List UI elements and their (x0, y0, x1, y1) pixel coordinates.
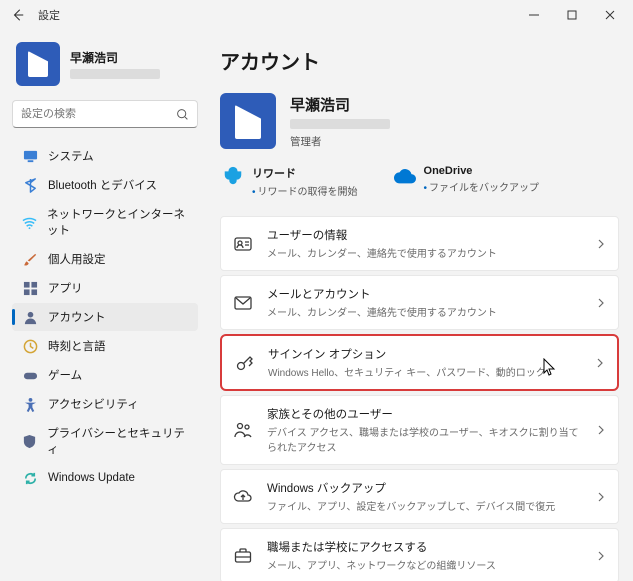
sidebar-item-label: ネットワークとインターネット (47, 206, 188, 238)
card-sub: メール、カレンダー、連絡先で使用するアカウント (267, 245, 582, 260)
briefcase-icon (233, 546, 253, 566)
chevron-right-icon (596, 298, 606, 308)
chevron-right-icon (596, 239, 606, 249)
settings-cards: ユーザーの情報 メール、カレンダー、連絡先で使用するアカウント メールとアカウン… (220, 216, 619, 581)
card-work-school[interactable]: 職場または学校にアクセスする メール、アプリ、ネットワークなどの組織リソース (220, 528, 619, 581)
sidebar-item-wifi[interactable]: ネットワークとインターネット (12, 200, 198, 244)
sidebar-item-apps[interactable]: アプリ (12, 274, 198, 302)
card-title: メールとアカウント (267, 286, 582, 302)
onedrive-label: OneDrive (424, 165, 540, 177)
maximize-icon (567, 10, 577, 20)
wifi-icon (22, 214, 37, 230)
search-box[interactable] (12, 100, 198, 128)
sidebar-item-label: アカウント (48, 309, 106, 325)
account-role: 管理者 (290, 134, 390, 149)
key-icon (234, 353, 254, 373)
sidebar-item-person[interactable]: アカウント (12, 303, 198, 331)
back-button[interactable] (6, 3, 30, 27)
sidebar-item-label: アクセシビリティ (48, 396, 139, 412)
sidebar-account-sub (70, 69, 160, 79)
card-title: 職場または学校にアクセスする (267, 539, 582, 555)
search-icon (176, 108, 189, 121)
sidebar-account[interactable]: 早瀬浩司 (12, 38, 198, 96)
mail-icon (233, 293, 253, 313)
sidebar-item-label: Windows Update (48, 472, 135, 484)
brush-icon (22, 251, 38, 267)
accessibility-icon (22, 396, 38, 412)
sidebar-item-display[interactable]: システム (12, 142, 198, 170)
card-signin-options[interactable]: サインイン オプション Windows Hello、セキュリティ キー、パスワー… (220, 334, 619, 391)
chevron-right-icon (596, 425, 606, 435)
person-icon (22, 309, 38, 325)
window-title: 設定 (38, 7, 60, 23)
update-icon (22, 470, 38, 486)
minimize-icon (529, 10, 539, 20)
bluetooth-icon (22, 177, 38, 193)
arrow-left-icon (11, 8, 25, 22)
shield-icon (22, 433, 37, 449)
card-sub: メール、アプリ、ネットワークなどの組織リソース (267, 557, 582, 572)
card-email-accounts[interactable]: メールとアカウント メール、カレンダー、連絡先で使用するアカウント (220, 275, 619, 330)
card-title: 家族とその他のユーザー (267, 406, 582, 422)
sidebar-item-label: 個人用設定 (48, 251, 106, 267)
chevron-right-icon (595, 358, 605, 368)
page-title: アカウント (220, 46, 619, 75)
account-header: 早瀬浩司 管理者 (220, 93, 619, 149)
card-backup[interactable]: Windows バックアップ ファイル、アプリ、設定をバックアップして、デバイス… (220, 469, 619, 524)
gamepad-icon (22, 367, 38, 383)
apps-icon (22, 280, 38, 296)
sidebar-item-gamepad[interactable]: ゲーム (12, 361, 198, 389)
nav: システム Bluetooth とデバイスネットワークとインターネット個人用設定アプ… (12, 142, 198, 492)
titlebar: 設定 (0, 0, 633, 30)
card-title: サインイン オプション (268, 346, 581, 362)
card-sub: ファイル、アプリ、設定をバックアップして、デバイス間で復元 (267, 498, 582, 513)
avatar-icon (220, 93, 276, 149)
sidebar-item-label: ゲーム (48, 367, 82, 383)
card-sub: メール、カレンダー、連絡先で使用するアカウント (267, 304, 582, 319)
maximize-button[interactable] (553, 1, 591, 29)
minimize-button[interactable] (515, 1, 553, 29)
sidebar-item-label: 時刻と言語 (48, 338, 106, 354)
sidebar-item-clock[interactable]: 時刻と言語 (12, 332, 198, 360)
display-icon (22, 148, 38, 164)
card-sub: デバイス アクセス、職場または学校のユーザー、キオスクに割り当てられたアクセス (267, 424, 582, 454)
sidebar-item-update[interactable]: Windows Update (12, 464, 198, 492)
account-sub-mask (290, 119, 390, 129)
status-row: リワード •リワードの取得を開始 OneDrive •ファイルをバックアップ (220, 165, 619, 198)
onedrive-sub: •ファイルをバックアップ (424, 179, 540, 194)
account-name: 早瀬浩司 (290, 94, 390, 115)
clock-icon (22, 338, 38, 354)
sidebar-account-name: 早瀬浩司 (70, 49, 160, 66)
close-button[interactable] (591, 1, 629, 29)
rewards-sub: •リワードの取得を開始 (252, 183, 358, 198)
close-icon (605, 10, 615, 20)
card-title: ユーザーの情報 (267, 227, 582, 243)
sidebar-item-label: システム (48, 148, 94, 164)
onedrive-status[interactable]: OneDrive •ファイルをバックアップ (394, 165, 540, 198)
chevron-right-icon (596, 492, 606, 502)
family-icon (233, 420, 253, 440)
avatar-icon (16, 42, 60, 86)
rewards-icon (222, 165, 244, 187)
sidebar-item-label: Bluetooth とデバイス (48, 177, 157, 193)
card-family[interactable]: 家族とその他のユーザー デバイス アクセス、職場または学校のユーザー、キオスクに… (220, 395, 619, 465)
card-title: Windows バックアップ (267, 480, 582, 496)
card-sub: Windows Hello、セキュリティ キー、パスワード、動的ロック (268, 364, 581, 379)
sidebar-item-shield[interactable]: プライバシーとセキュリティ (12, 419, 198, 463)
sidebar-item-label: アプリ (48, 280, 83, 296)
backup-icon (233, 487, 253, 507)
card-user-info[interactable]: ユーザーの情報 メール、カレンダー、連絡先で使用するアカウント (220, 216, 619, 271)
sidebar-item-bluetooth[interactable]: Bluetooth とデバイス (12, 171, 198, 199)
onedrive-icon (394, 165, 416, 187)
sidebar-item-accessibility[interactable]: アクセシビリティ (12, 390, 198, 418)
main-panel: アカウント 早瀬浩司 管理者 リワード •リワードの取得を開始 (206, 30, 633, 581)
search-input[interactable] (21, 108, 176, 120)
sidebar: 早瀬浩司 システム Bluetooth とデバイスネットワークとインターネット個人… (0, 30, 206, 581)
rewards-status[interactable]: リワード •リワードの取得を開始 (222, 165, 358, 198)
user-card-icon (233, 234, 253, 254)
chevron-right-icon (596, 551, 606, 561)
sidebar-item-label: プライバシーとセキュリティ (47, 425, 188, 457)
rewards-label: リワード (252, 165, 358, 181)
sidebar-item-brush[interactable]: 個人用設定 (12, 245, 198, 273)
